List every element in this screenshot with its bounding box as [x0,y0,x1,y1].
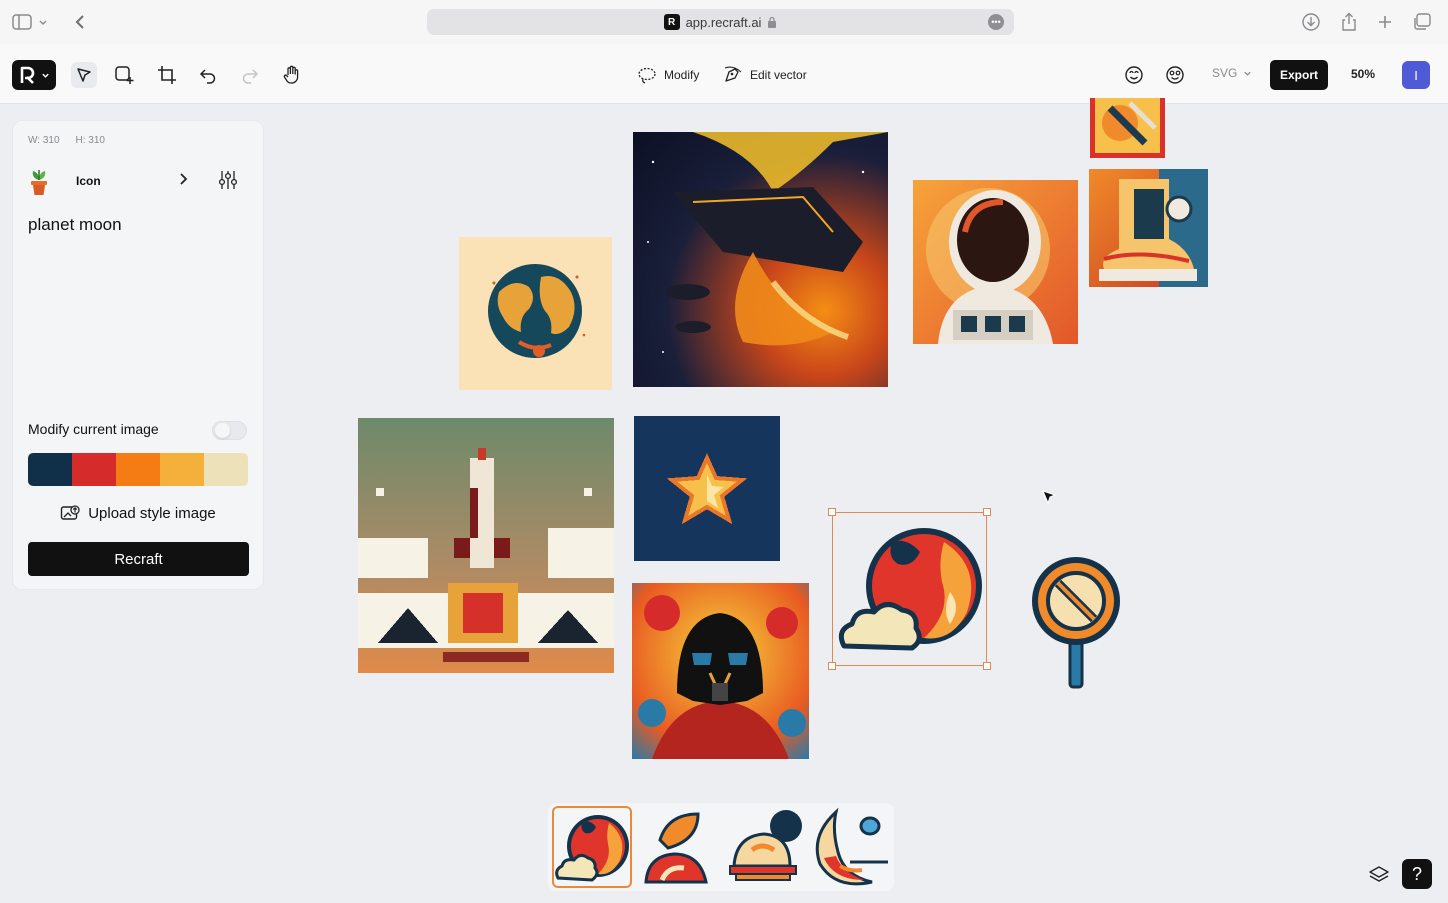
redo-icon[interactable] [237,62,263,88]
modify-label: Modify [664,68,700,82]
app-toolbar: Modify Edit vector SVG Export 50% I [0,44,1448,104]
mouse-cursor-icon [1042,490,1056,504]
darth-vader-image[interactable] [632,583,809,759]
dimensions: W: 310 H: 310 [28,135,105,146]
lasso-icon [638,67,656,84]
download-icon[interactable] [1299,10,1323,34]
style-selector[interactable]: Icon [28,165,250,197]
chevron-down-icon [1244,71,1251,76]
hand-tool-icon[interactable] [279,62,305,88]
format-select[interactable]: SVG [1212,66,1252,80]
heart-face-icon[interactable] [1121,62,1147,88]
variant-thumbnail-3[interactable] [724,806,804,888]
chevron-down-icon[interactable] [36,10,50,34]
upload-style-label: Upload style image [88,504,216,522]
back-icon[interactable] [68,10,92,34]
crop-frame-icon[interactable] [154,62,180,88]
avatar[interactable]: I [1402,61,1430,89]
resize-handle[interactable] [828,508,836,516]
palette-swatch[interactable] [204,453,248,486]
smile-icon[interactable] [1162,62,1188,88]
palette-swatch[interactable] [160,453,204,486]
upload-style-button[interactable]: Upload style image [28,501,248,525]
prompt-text[interactable]: planet moon [28,215,122,235]
export-button[interactable]: Export [1270,60,1328,90]
plant-icon [31,170,47,195]
partial-artwork-image[interactable] [1090,98,1165,158]
help-button[interactable]: ? [1402,859,1432,889]
sidebar-toggle-icon[interactable] [10,10,34,34]
height-label[interactable]: H: 310 [76,135,105,146]
address-bar[interactable]: R app.recraft.ai ••• [427,9,1014,35]
color-palette[interactable] [28,453,248,486]
width-label[interactable]: W: 310 [28,135,60,146]
variant-thumbnail-4[interactable] [810,806,890,888]
planet-globe-image[interactable] [459,237,612,390]
pixel-star-image[interactable] [634,416,780,561]
no-entry-sign-image[interactable] [1028,553,1124,689]
modify-toggle[interactable] [212,421,247,440]
recraft-logo-icon [20,66,35,84]
edit-vector-button[interactable]: Edit vector [723,64,807,86]
spaceship-image[interactable] [633,132,888,387]
upload-image-icon [61,505,80,520]
variations-strip [548,803,894,891]
modify-button[interactable]: Modify [637,64,699,86]
layers-icon[interactable] [1366,862,1392,888]
url-text: app.recraft.ai [685,14,762,30]
new-tab-icon[interactable] [1373,10,1397,34]
undo-icon[interactable] [195,62,221,88]
page-menu-icon[interactable]: ••• [988,14,1004,30]
select-tool-icon[interactable] [71,62,97,88]
tabs-overview-icon[interactable] [1410,10,1434,34]
resize-handle[interactable] [983,508,991,516]
palette-swatch[interactable] [28,453,72,486]
settings-sliders-icon[interactable] [218,169,238,191]
variant-thumbnail-2[interactable] [638,806,718,888]
chevron-right-icon [180,173,188,185]
space-boot-image[interactable] [1089,169,1208,287]
pen-tool-icon [724,66,742,82]
recraft-button[interactable]: Recraft [28,542,249,576]
style-name: Icon [76,174,101,188]
lock-icon [768,16,777,28]
palette-swatch[interactable] [116,453,160,486]
selection-frame[interactable] [828,508,991,670]
browser-chrome: R app.recraft.ai ••• [0,0,1448,44]
edit-vector-label: Edit vector [750,68,807,82]
zoom-level[interactable]: 50% [1351,67,1375,81]
format-value: SVG [1212,66,1238,80]
app-menu-button[interactable] [12,60,56,90]
pixel-rocket-image[interactable] [358,418,614,673]
astronaut-image[interactable] [913,180,1078,344]
resize-handle[interactable] [828,662,836,670]
site-favicon: R [663,14,680,30]
chevron-down-icon [42,73,49,78]
add-frame-icon[interactable] [111,62,137,88]
share-icon[interactable] [1337,10,1361,34]
resize-handle[interactable] [983,662,991,670]
properties-panel: W: 310 H: 310 Icon planet moon Modify cu… [12,120,264,590]
palette-swatch[interactable] [72,453,116,486]
variant-thumbnail-1[interactable] [552,806,632,888]
